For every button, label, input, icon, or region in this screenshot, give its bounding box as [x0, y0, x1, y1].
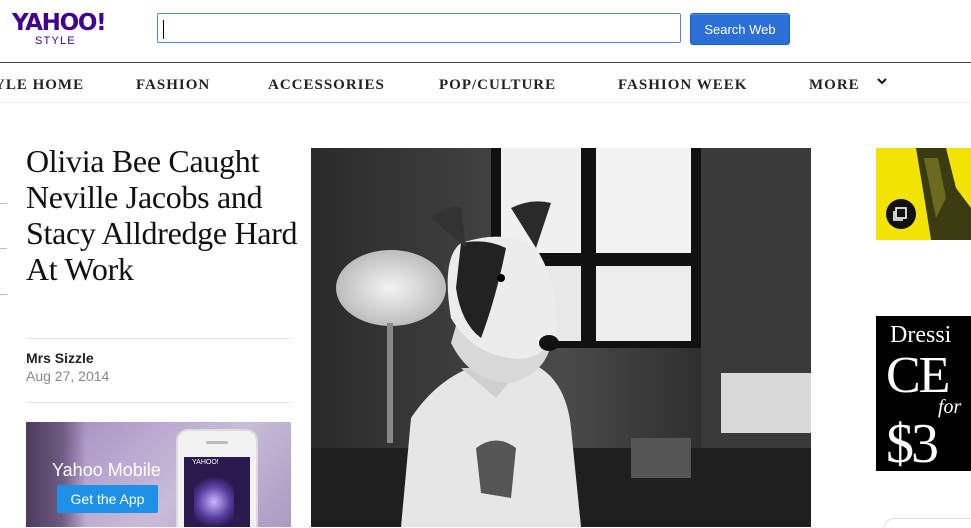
phone-speaker — [206, 441, 228, 444]
nav-item-pop-culture[interactable]: POP/CULTURE — [439, 77, 556, 94]
phone-app-title: YAHOO! — [192, 459, 219, 466]
nav-bottom-divider — [0, 102, 971, 103]
yahoo-mobile-ad[interactable]: Yahoo Mobile Get the App YAHOO! — [26, 422, 291, 527]
byline-divider-top — [26, 338, 292, 339]
yahoo-style-logo[interactable]: YAHOO! STYLE — [12, 10, 107, 50]
nav-item-style-home[interactable]: YLE HOME — [0, 77, 84, 94]
promo-line-1: Dressi — [890, 322, 952, 348]
byline-divider-bottom — [26, 402, 292, 403]
article-main-photo[interactable] — [311, 148, 811, 527]
article-author[interactable]: Mrs Sizzle — [26, 350, 94, 366]
logo-subtitle: STYLE — [35, 35, 76, 47]
nav-item-fashion-week[interactable]: FASHION WEEK — [618, 77, 747, 94]
left-rule — [0, 203, 7, 204]
nav-item-accessories[interactable]: ACCESSORIES — [268, 77, 385, 94]
gallery-icon[interactable] — [886, 199, 916, 229]
left-rule — [0, 294, 7, 295]
search-web-button[interactable]: Search Web — [690, 13, 790, 45]
nav-item-more[interactable]: MORE — [809, 77, 860, 94]
chevron-down-icon[interactable] — [876, 75, 888, 87]
nav-item-fashion[interactable]: FASHION — [136, 77, 210, 94]
phone-screen-photo — [194, 477, 234, 527]
nav-top-divider — [0, 62, 971, 63]
dressing-ceo-promo[interactable]: Dressi CE for $3 — [876, 316, 971, 471]
promo-line-3: for — [938, 396, 962, 418]
promo-line-4: $3 — [886, 413, 939, 471]
ad-title: Yahoo Mobile — [52, 460, 161, 480]
search-input[interactable] — [157, 13, 681, 43]
get-the-app-button[interactable]: Get the App — [57, 485, 158, 513]
phone-image: YAHOO! — [176, 429, 258, 527]
left-rule — [0, 248, 7, 249]
article-date: Aug 27, 2014 — [26, 368, 110, 384]
phone-screen: YAHOO! — [184, 457, 250, 527]
logo-wordmark: YAHOO! — [12, 10, 107, 36]
article-headline: Olivia Bee Caught Neville Jacobs and Sta… — [26, 143, 298, 287]
text-caret — [163, 20, 164, 39]
